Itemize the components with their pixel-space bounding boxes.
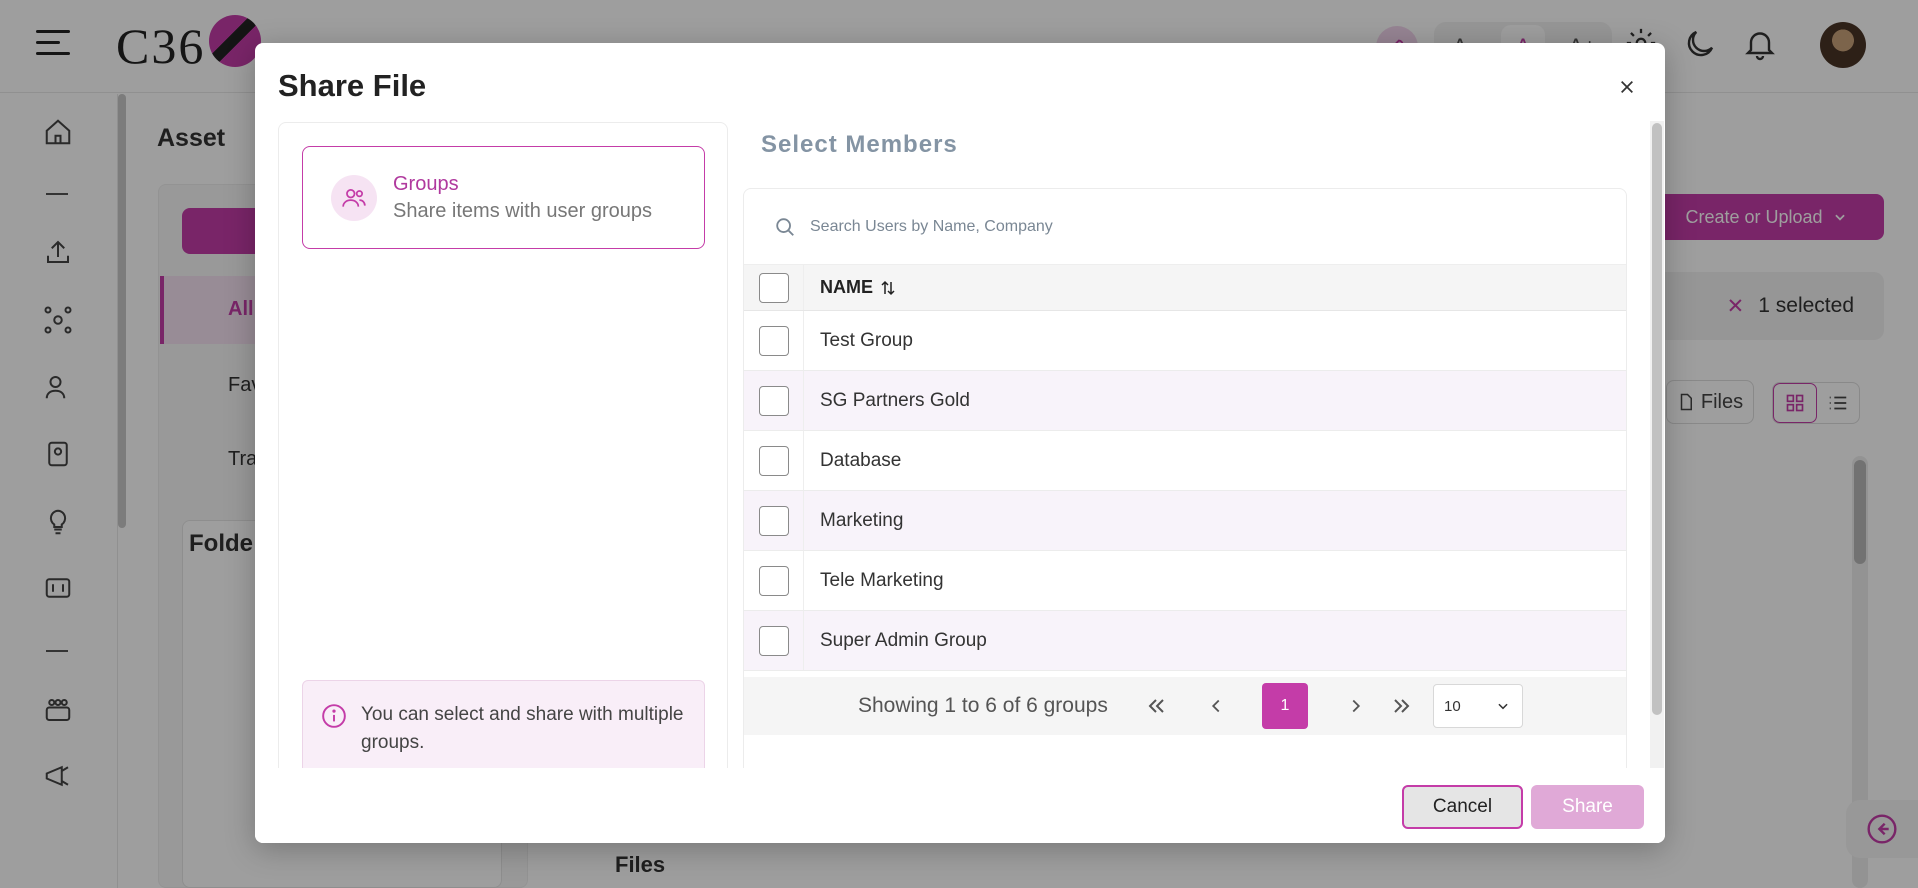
table-row[interactable]: SG Partners Gold — [744, 371, 1626, 431]
search-bar — [744, 189, 1626, 264]
share-file-modal: Share File Groups Share items with user … — [255, 43, 1665, 843]
select-members-title: Select Members — [761, 131, 958, 158]
info-icon — [322, 704, 346, 728]
first-page-icon[interactable] — [1138, 688, 1174, 724]
group-name: SG Partners Gold — [820, 389, 970, 411]
group-name: Database — [820, 449, 902, 471]
name-column-label: NAME — [820, 277, 873, 297]
select-all-checkbox[interactable] — [758, 272, 789, 303]
row-checkbox[interactable] — [758, 445, 789, 476]
table-header: NAME — [744, 264, 1626, 311]
group-name: Super Admin Group — [820, 629, 987, 651]
page-size-select[interactable]: 10 — [1433, 684, 1523, 728]
group-name: Marketing — [820, 509, 904, 531]
row-checkbox[interactable] — [758, 385, 789, 416]
modal-scrollbar[interactable] — [1650, 121, 1664, 811]
groups-option-label: Groups — [393, 172, 459, 195]
table-row[interactable]: Database — [744, 431, 1626, 491]
modal-title: Share File — [278, 68, 427, 103]
row-checkbox[interactable] — [758, 565, 789, 596]
close-icon[interactable] — [1613, 73, 1641, 101]
groups-option-description: Share items with user groups — [393, 199, 653, 222]
sort-icon — [881, 280, 895, 295]
chevron-down-icon — [1498, 703, 1508, 710]
info-text: You can select and share with multiple g… — [361, 704, 684, 753]
row-checkbox[interactable] — [758, 505, 789, 536]
members-table-card: NAME Test Group SG Partners Gold Databas… — [743, 188, 1627, 843]
pagination-summary: Showing 1 to 6 of 6 groups — [858, 694, 1108, 717]
group-name: Test Group — [820, 329, 913, 351]
table-row[interactable]: Test Group — [744, 311, 1626, 371]
last-page-icon[interactable] — [1384, 688, 1420, 724]
previous-page-icon[interactable] — [1198, 688, 1234, 724]
row-checkbox-cell — [744, 311, 804, 370]
page-size-value: 10 — [1444, 697, 1461, 715]
current-page-button[interactable]: 1 — [1262, 683, 1308, 729]
share-button[interactable]: Share — [1531, 785, 1644, 829]
search-users-input[interactable] — [810, 217, 1510, 236]
row-checkbox-cell — [744, 371, 804, 430]
pagination-bar: Showing 1 to 6 of 6 groups 1 10 — [744, 677, 1626, 735]
row-checkbox-cell — [744, 491, 804, 550]
group-name: Tele Marketing — [820, 569, 944, 591]
row-checkbox-cell — [744, 551, 804, 610]
next-page-icon[interactable] — [1338, 688, 1374, 724]
cancel-button[interactable]: Cancel — [1402, 785, 1523, 829]
name-column-header[interactable]: NAME — [820, 277, 897, 298]
share-type-panel: Groups Share items with user groups You … — [278, 122, 728, 842]
groups-table: NAME Test Group SG Partners Gold Databas… — [744, 264, 1626, 671]
select-all-cell — [744, 265, 804, 310]
info-callout: You can select and share with multiple g… — [302, 680, 705, 780]
row-checkbox-cell — [744, 431, 804, 490]
row-checkbox[interactable] — [758, 625, 789, 656]
share-with-groups-option[interactable]: Groups Share items with user groups — [302, 146, 705, 249]
search-icon — [776, 217, 794, 236]
table-row[interactable]: Tele Marketing — [744, 551, 1626, 611]
row-checkbox[interactable] — [758, 325, 789, 356]
table-row[interactable]: Super Admin Group — [744, 611, 1626, 671]
row-checkbox-cell — [744, 611, 804, 670]
table-row[interactable]: Marketing — [744, 491, 1626, 551]
groups-icon — [331, 174, 377, 221]
